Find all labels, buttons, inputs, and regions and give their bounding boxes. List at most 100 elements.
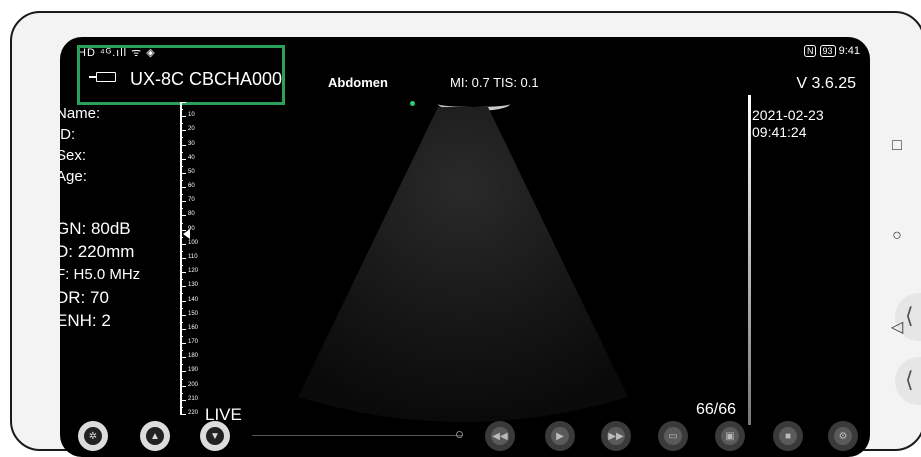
ruler-tick [180, 165, 183, 167]
depth-ruler: 10 20 30 40 50 60 70 80 90 100 110 120 130 140 150 160 1… [180, 102, 198, 416]
probe-selector[interactable]: UX-8C CBCHA000 [89, 69, 283, 90]
ruler-tick [180, 109, 183, 111]
ruler-label: 70 [188, 197, 195, 204]
ruler-tick [180, 328, 186, 330]
exam-preset[interactable]: Abdomen [328, 75, 388, 90]
ruler-tick [180, 194, 183, 196]
patient-info: Name: ID: Sex: Age: [60, 103, 100, 187]
ruler-label: 160 [188, 324, 199, 331]
ruler-tick [180, 293, 183, 295]
scan-button[interactable]: ✲ [78, 421, 108, 451]
nfc-icon: N [803, 45, 817, 57]
probe-icon [89, 72, 116, 82]
measure-button[interactable]: ▭ [658, 421, 688, 451]
ruler-label: 150 [188, 310, 199, 317]
mi-tis-readout: MI: 0.7 TIS: 0.1 [450, 75, 539, 90]
imaging-parameters: GN: 80dB D: 220mm F: H5.0 MHz DR: 70 ENH… [60, 217, 140, 332]
ruler-label: 140 [188, 296, 199, 303]
frame-counter: 66/66 [696, 401, 737, 418]
ruler-tick [180, 314, 186, 316]
ruler-tick [180, 286, 186, 288]
cine-slider-knob[interactable] [456, 431, 463, 438]
ruler-label: 220 [188, 410, 199, 416]
ruler-tick [180, 350, 183, 352]
ruler-tick [180, 158, 186, 160]
gain-up-button[interactable]: ▲ [140, 421, 170, 451]
ruler-tick [180, 300, 186, 302]
ruler-tick [180, 180, 183, 181]
ruler-tick [180, 272, 186, 274]
ruler-tick [180, 406, 183, 408]
ruler-tick [180, 215, 186, 217]
ruler-tick [180, 364, 183, 366]
ruler-label: 10 [188, 112, 195, 119]
ruler-tick [180, 151, 183, 153]
ruler-tick [180, 187, 186, 189]
patient-name-label: Name: [60, 105, 101, 122]
settings-icon: ⚙ [834, 427, 852, 445]
ruler-label: 80 [188, 211, 195, 218]
ruler-label: 200 [188, 381, 199, 388]
ruler-tick [180, 123, 183, 125]
forward-icon: ▶▶ [607, 427, 625, 445]
ruler-label: 50 [188, 168, 195, 175]
forward-button[interactable]: ▶▶ [601, 421, 631, 451]
depth-readout: D: 220mm [60, 242, 135, 261]
back-icon[interactable]: ◁ [889, 317, 905, 337]
date-text: 2021-02-23 [752, 107, 824, 123]
probe-name: UX-8C CBCHA000 [130, 69, 283, 89]
settings-button[interactable]: ⚙ [828, 421, 858, 451]
measure-icon: ▭ [664, 427, 682, 445]
video-button[interactable]: ■ [773, 421, 803, 451]
recents-icon[interactable]: □ [889, 137, 905, 155]
ruler-label: 180 [188, 353, 199, 360]
ruler-label: 130 [188, 282, 199, 289]
cine-slider-track[interactable] [252, 435, 462, 436]
ruler-label: 100 [188, 239, 199, 246]
down-icon: ▼ [206, 427, 224, 445]
rewind-button[interactable]: ◀◀ [485, 421, 515, 451]
ruler-tick [180, 172, 186, 174]
ultrasound-screen: HD ⁴ᴳ.ıll ᯤ ◈ N 93 9:41 UX-8C CBCHA000 A… [60, 37, 870, 457]
chevron-left-icon: ⟨ [905, 303, 914, 328]
ruler-label: 40 [188, 154, 195, 161]
play-button[interactable]: ▶ [545, 421, 575, 451]
ruler-tick [180, 385, 186, 387]
focus-marker[interactable] [183, 229, 190, 239]
ruler-tick [180, 144, 186, 146]
ruler-tick [180, 116, 186, 118]
side-panel-tab-lower[interactable]: ⟨ [895, 357, 921, 405]
ruler-label: 60 [188, 183, 195, 190]
time-text: 09:41:24 [752, 124, 807, 140]
ruler-tick [180, 343, 186, 345]
ruler-label: 20 [188, 126, 195, 133]
ruler-tick [180, 243, 186, 245]
ruler-tick [180, 208, 183, 210]
orientation-dot [410, 101, 415, 106]
gain-down-button[interactable]: ▼ [200, 421, 230, 451]
chevron-left-icon: ⟨ [905, 367, 914, 392]
ruler-tick [180, 399, 186, 401]
ruler-tick [180, 371, 186, 373]
ruler-tick [180, 357, 186, 359]
ultrasound-image[interactable] [298, 107, 628, 437]
patient-age-label: Age: [60, 168, 87, 185]
enhancement-readout: ENH: 2 [60, 311, 111, 330]
dynamic-range-readout: DR: 70 [60, 288, 109, 307]
ruler-tick [180, 279, 183, 281]
clock: 9:41 [838, 45, 860, 57]
ruler-tick [180, 392, 183, 394]
home-icon[interactable]: ○ [889, 227, 905, 245]
up-icon: ▲ [146, 427, 164, 445]
ruler-label: 110 [188, 254, 198, 260]
ruler-tick [180, 258, 186, 259]
battery-icon: 93 [819, 45, 836, 57]
save-icon: ▣ [721, 427, 739, 445]
rewind-icon: ◀◀ [491, 427, 509, 445]
ruler-tick [180, 201, 186, 203]
save-button[interactable]: ▣ [715, 421, 745, 451]
ruler-tick [180, 336, 183, 337]
ruler-tick [180, 378, 183, 380]
scan-icon: ✲ [84, 427, 102, 445]
ruler-tick [180, 102, 186, 103]
